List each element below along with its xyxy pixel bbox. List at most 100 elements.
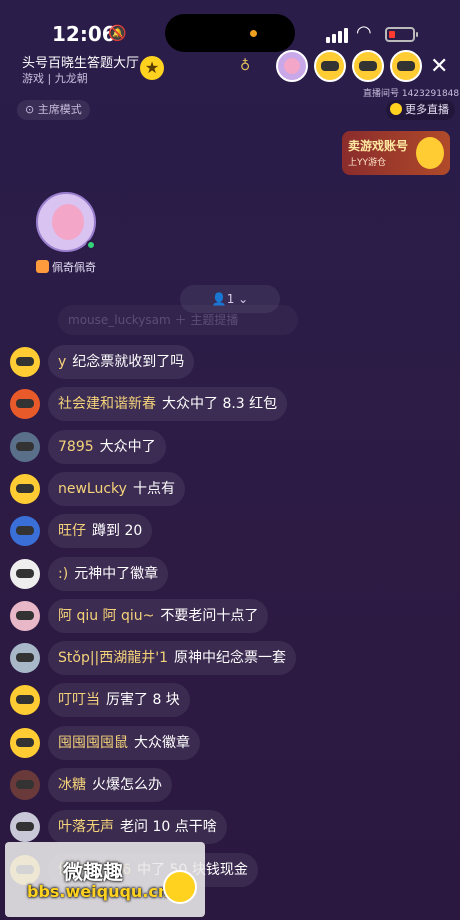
more-live-button[interactable]: 更多直播 xyxy=(386,100,455,120)
promo-banner[interactable]: 卖游戏账号 上YY游仓 xyxy=(342,131,450,175)
room-subtitle: 游戏 | 九龙朝 xyxy=(22,72,88,85)
audience-avatar[interactable] xyxy=(314,50,346,82)
chat-bubble: 阿 qiu 阿 qiu~ 不要老问十点了 xyxy=(48,599,269,633)
favorite-star-button[interactable]: ★ xyxy=(140,56,164,80)
person-icon: 👤 xyxy=(211,292,227,306)
chat-message[interactable]: 冰糖 火爆怎么办 xyxy=(10,768,172,802)
close-icon[interactable]: ✕ xyxy=(430,54,448,79)
chat-nickname[interactable]: 囤囤囤囤鼠 xyxy=(58,735,128,751)
chat-text: 蹲到 20 xyxy=(92,523,143,539)
chat-message[interactable]: :) 元神中了徽章 xyxy=(10,557,169,591)
more-live-label: 更多直播 xyxy=(405,103,449,116)
user-avatar[interactable] xyxy=(10,432,40,462)
audience-avatar[interactable] xyxy=(390,50,422,82)
mic-seat-icon[interactable]: ♁ xyxy=(240,58,250,74)
chat-text: 原神中纪念票一套 xyxy=(174,650,287,666)
chat-bubble: :) 元神中了徽章 xyxy=(48,557,169,591)
chat-message[interactable]: 旺仔 蹲到 20 xyxy=(10,514,153,548)
chat-message[interactable]: 囤囤囤囤鼠 大众徽章 xyxy=(10,726,200,760)
chat-bubble: 叶落无声 老问 10 点干啥 xyxy=(48,810,227,844)
chat-nickname[interactable]: :) xyxy=(58,566,68,582)
privacy-indicator-icon xyxy=(250,30,257,37)
chat-bubble: Stǒp||西湖龍井'1 原神中纪念票一套 xyxy=(48,641,297,675)
user-avatar[interactable] xyxy=(10,389,40,419)
chat-nickname[interactable]: Stǒp||西湖龍井'1 xyxy=(58,650,168,666)
chat-nickname[interactable]: 叶落无声 xyxy=(58,819,114,835)
chat-nickname[interactable]: 7895 xyxy=(58,439,94,455)
watermark-brand: 微趣趣 xyxy=(63,860,123,884)
user-avatar[interactable] xyxy=(10,728,40,758)
online-status-icon xyxy=(86,240,96,250)
host-mode-label: 主席模式 xyxy=(37,103,82,116)
chat-text: 火爆怎么办 xyxy=(92,777,162,793)
user-avatar[interactable] xyxy=(10,770,40,800)
chat-bubble: newLucky 十点有 xyxy=(48,472,185,506)
chat-nickname[interactable]: 旺仔 xyxy=(58,523,86,539)
battery-tip xyxy=(416,32,418,37)
user-avatar[interactable] xyxy=(10,347,40,377)
user-avatar[interactable] xyxy=(10,474,40,504)
chat-text: 不要老问十点了 xyxy=(160,608,259,624)
host-badge-icon xyxy=(36,260,49,273)
chat-text: 元神中了徽章 xyxy=(74,566,159,582)
chat-bubble: 囤囤囤囤鼠 大众徽章 xyxy=(48,726,200,760)
chat-bubble: 社会建和谐新春 大众中了 8.3 红包 xyxy=(48,387,288,421)
chat-bubble: 叮叮当 厉害了 8 块 xyxy=(48,683,190,717)
status-time: 12:06 xyxy=(52,22,116,46)
host-name-label: 佩奇佩奇 xyxy=(52,261,96,274)
chat-text: 厉害了 8 块 xyxy=(106,692,180,708)
chevron-down-icon: ⌄ xyxy=(234,292,249,306)
watermark: 微趣趣 bbs.weiququ.cn xyxy=(5,842,205,917)
user-avatar[interactable] xyxy=(10,685,40,715)
user-avatar[interactable] xyxy=(10,601,40,631)
chat-message[interactable]: newLucky 十点有 xyxy=(10,472,185,506)
chat-text: 大众徽章 xyxy=(134,735,190,751)
chat-bubble: 7895 大众中了 xyxy=(48,430,166,464)
host-mode-badge: ⊙ 主席模式 xyxy=(17,100,90,120)
chat-nickname[interactable]: newLucky xyxy=(58,481,127,497)
dynamic-island xyxy=(165,14,295,52)
signal-icon xyxy=(326,28,348,43)
chat-nickname[interactable]: 叮叮当 xyxy=(58,692,100,708)
bell-muted-icon: 🔕 xyxy=(108,24,127,42)
status-bar: 12:06 🔕 ◠ xyxy=(0,0,460,52)
chat-nickname[interactable]: 阿 qiu 阿 qiu~ xyxy=(58,608,154,624)
chat-message[interactable]: 阿 qiu 阿 qiu~ 不要老问十点了 xyxy=(10,599,269,633)
user-avatar[interactable] xyxy=(10,559,40,589)
chat-nickname[interactable]: y xyxy=(58,354,66,370)
chat-message[interactable]: Stǒp||西湖龍井'1 原神中纪念票一套 xyxy=(10,641,297,675)
chat-text: 老问 10 点干啥 xyxy=(120,819,217,835)
user-avatar[interactable] xyxy=(10,643,40,673)
chat-nickname[interactable]: 社会建和谐新春 xyxy=(58,396,156,412)
chat-nickname[interactable]: 冰糖 xyxy=(58,777,86,793)
mic-icon: ⊙ xyxy=(25,103,38,116)
chat-message[interactable]: 7895 大众中了 xyxy=(10,430,166,464)
chat-message-partial: mouse_luckysam ＋ 主题提播 xyxy=(58,305,298,335)
audience-avatar[interactable] xyxy=(352,50,384,82)
chat-message[interactable]: 社会建和谐新春 大众中了 8.3 红包 xyxy=(10,387,288,421)
host-name[interactable]: 佩奇佩奇 xyxy=(36,259,96,275)
room-title[interactable]: 头号百晓生答题大厅 xyxy=(22,52,139,71)
audience-avatar[interactable] xyxy=(276,50,308,82)
chat-text: 大众中了 xyxy=(99,439,156,455)
chat-bubble: 旺仔 蹲到 20 xyxy=(48,514,153,548)
chat-text: 十点有 xyxy=(132,481,175,497)
wifi-icon: ◠ xyxy=(356,22,372,43)
room-id: 直播间号 1423291848 xyxy=(363,89,460,99)
battery-icon xyxy=(385,27,415,42)
chat-text: 大众中了 8.3 红包 xyxy=(162,396,278,412)
watermark-url: bbs.weiququ.cn xyxy=(27,882,170,901)
live-icon xyxy=(390,103,402,115)
user-avatar[interactable] xyxy=(10,516,40,546)
mascot-icon xyxy=(416,137,444,169)
banner-subtitle: 上YY游仓 xyxy=(348,158,386,168)
mascot-icon xyxy=(163,870,197,904)
chat-text: 纪念票就收到了吗 xyxy=(72,354,185,370)
user-avatar[interactable] xyxy=(10,812,40,842)
chat-bubble: y 纪念票就收到了吗 xyxy=(48,345,195,379)
chat-message[interactable]: y 纪念票就收到了吗 xyxy=(10,345,195,379)
audience-avatar-list xyxy=(276,50,422,82)
chat-bubble: 冰糖 火爆怎么办 xyxy=(48,768,172,802)
chat-message[interactable]: 叮叮当 厉害了 8 块 xyxy=(10,683,190,717)
chat-message[interactable]: 叶落无声 老问 10 点干啥 xyxy=(10,810,227,844)
